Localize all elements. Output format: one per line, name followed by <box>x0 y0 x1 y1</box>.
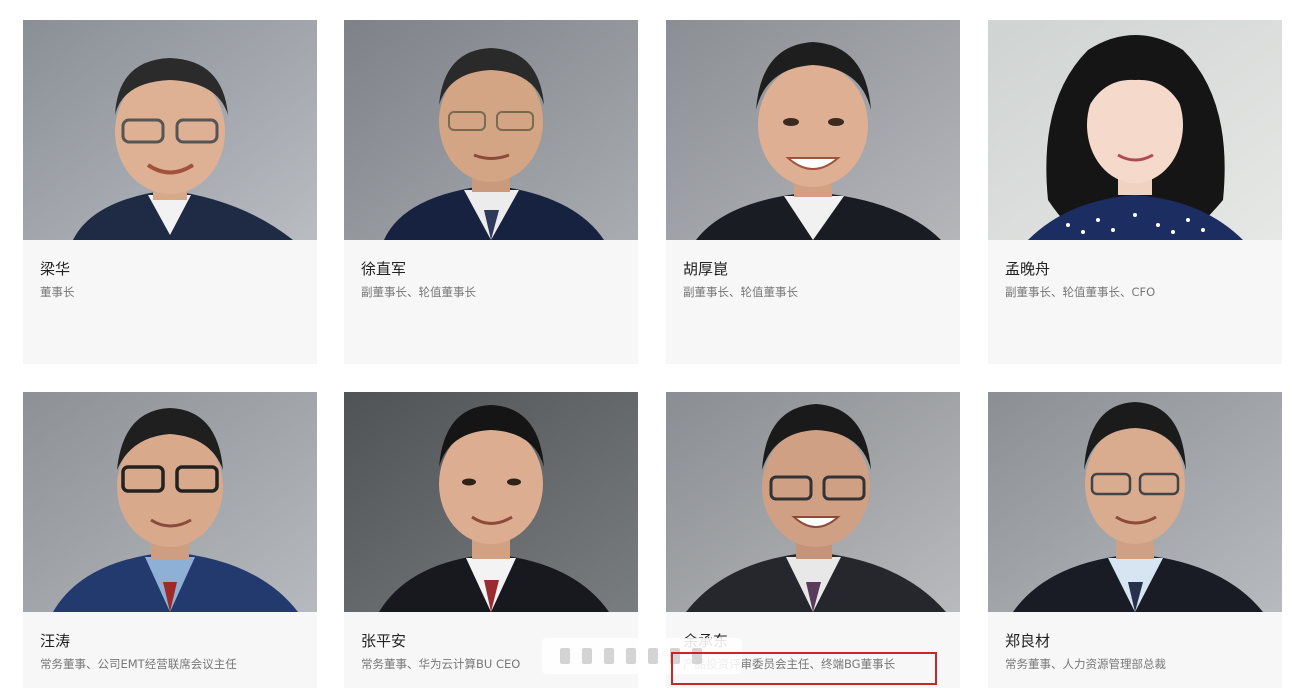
portrait-photo <box>23 392 317 612</box>
person-card-4[interactable]: 孟晚舟 副董事长、轮值董事长、CFO <box>988 20 1282 364</box>
person-card-8[interactable]: 郑良材 常务董事、人力资源管理部总裁 <box>988 392 1282 688</box>
person-card-2[interactable]: 徐直军 副董事长、轮值董事长 <box>344 20 638 364</box>
highlight-box <box>671 652 937 685</box>
person-name: 梁华 <box>40 260 71 278</box>
person-name: 胡厚崑 <box>683 260 729 278</box>
portrait-photo <box>988 20 1282 240</box>
person-title: 常务董事、人力资源管理部总裁 <box>1005 657 1166 671</box>
person-name: 孟晚舟 <box>1005 260 1051 278</box>
person-card-3[interactable]: 胡厚崑 副董事长、轮值董事长 <box>666 20 960 364</box>
person-title: 副董事长、轮值董事长 <box>683 285 798 299</box>
person-name: 郑良材 <box>1005 632 1051 650</box>
person-title: 董事长 <box>40 285 75 299</box>
portrait-photo <box>666 392 960 612</box>
portrait-photo <box>344 20 638 240</box>
person-name: 徐直军 <box>361 260 407 278</box>
person-name: 张平安 <box>361 632 407 650</box>
person-title: 副董事长、轮值董事长、CFO <box>1005 285 1156 299</box>
portrait-photo <box>666 20 960 240</box>
person-title: 常务董事、公司EMT经营联席会议主任 <box>40 657 237 671</box>
portrait-photo <box>344 392 638 612</box>
person-name: 汪涛 <box>40 632 71 650</box>
person-card-5[interactable]: 汪涛 常务董事、公司EMT经营联席会议主任 <box>23 392 317 688</box>
person-card-1[interactable]: 梁华 董事长 <box>23 20 317 364</box>
portrait-photo <box>23 20 317 240</box>
person-title: 副董事长、轮值董事长 <box>361 285 476 299</box>
person-title: 常务董事、华为云计算BU CEO <box>361 657 521 671</box>
portrait-photo <box>988 392 1282 612</box>
